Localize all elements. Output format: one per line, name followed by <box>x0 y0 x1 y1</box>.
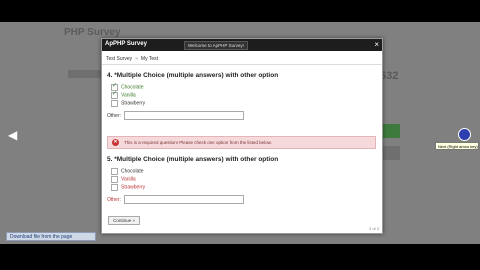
checkbox[interactable] <box>111 90 118 99</box>
checkbox[interactable] <box>111 168 118 175</box>
q5-other-label: Other: <box>107 197 121 203</box>
background-panel-right <box>382 146 400 160</box>
q5-other-input[interactable] <box>124 195 244 204</box>
modal-header: ApPHP Survey Welcome to ApPHP Survey! × <box>102 39 382 51</box>
q4-other-input[interactable] <box>124 111 244 120</box>
survey-modal: ApPHP Survey Welcome to ApPHP Survey! × … <box>101 38 383 234</box>
modal-subtitle: Welcome to ApPHP Survey! <box>184 41 248 50</box>
question-5-title: 5. *Multiple Choice (multiple answers) w… <box>107 156 279 163</box>
divider <box>102 64 382 65</box>
breadcrumb-separator: » <box>135 56 138 62</box>
page-indicator: 3 of 3 <box>368 226 379 231</box>
option-label: Strawberry <box>121 100 146 107</box>
breadcrumb-item[interactable]: My Test <box>141 56 158 62</box>
letterbox-top <box>0 0 480 22</box>
continue-button[interactable]: Continue » <box>108 216 140 225</box>
q5-option-strawberry[interactable]: Strawberry <box>111 184 145 191</box>
close-icon[interactable]: × <box>374 40 379 50</box>
tooltip: Next (Right arrow key) <box>435 142 479 150</box>
option-label: Chocolate <box>121 168 144 175</box>
q4-other-label: Other: <box>107 113 121 119</box>
checkbox[interactable] <box>111 176 118 183</box>
modal-title: ApPHP Survey <box>105 41 147 47</box>
option-label: Strawberry <box>121 184 146 191</box>
download-bar[interactable]: Download file from the page <box>6 232 96 241</box>
breadcrumb: Test Survey» My Test <box>106 56 158 62</box>
background-panel <box>68 70 101 78</box>
q4-option-vanilla[interactable]: Vanilla <box>111 90 136 99</box>
letterbox-bottom <box>0 244 480 270</box>
option-label: Vanilla <box>121 92 136 99</box>
option-label: Chocolate <box>121 84 144 91</box>
triangle-left-icon[interactable]: ◀ <box>8 128 17 142</box>
checkbox[interactable] <box>111 184 118 191</box>
checkbox[interactable] <box>111 100 118 107</box>
error-text: This is a required question! Please chec… <box>124 140 272 145</box>
breadcrumb-item[interactable]: Test Survey <box>106 56 132 62</box>
background-page-title: PHP Survey <box>64 27 121 38</box>
question-4-title: 4. *Multiple Choice (multiple answers) w… <box>107 72 279 79</box>
background-green-block <box>382 124 400 138</box>
screen: PHP Survey 632 ◀ Download file from the … <box>0 0 480 270</box>
q5-option-vanilla[interactable]: Vanilla <box>111 176 136 183</box>
option-label: Vanilla <box>121 176 136 183</box>
error-message-box: ✕ This is a required question! Please ch… <box>107 136 376 149</box>
q5-option-chocolate[interactable]: Chocolate <box>111 168 144 175</box>
x-icon: ✕ <box>112 139 119 146</box>
cursor-icon <box>458 128 471 141</box>
q4-option-strawberry[interactable]: Strawberry <box>111 100 145 107</box>
